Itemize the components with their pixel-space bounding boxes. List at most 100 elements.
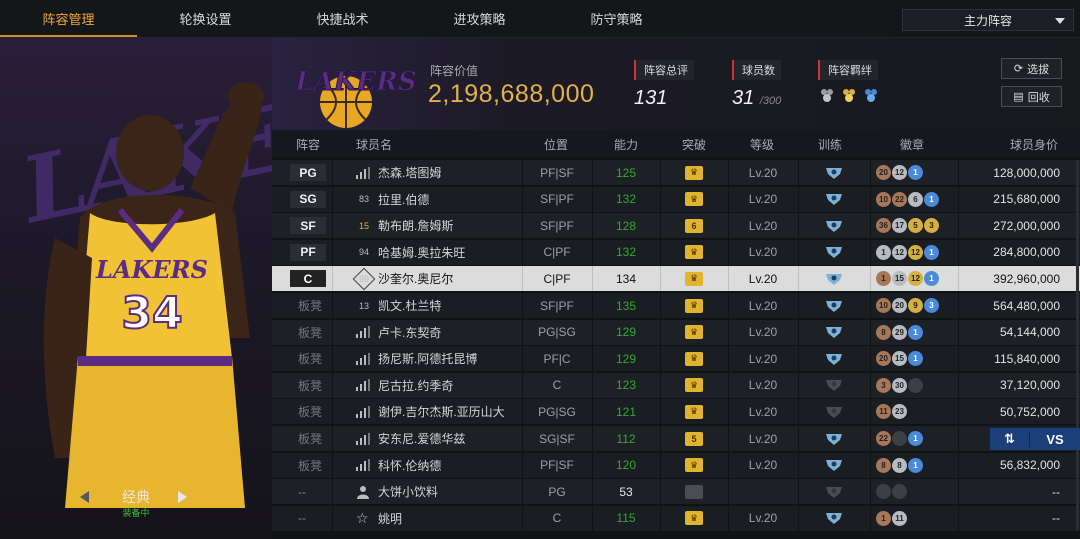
breakthrough-cell[interactable]: ♛ <box>660 160 728 185</box>
breakthrough-cell[interactable]: ♛ <box>660 453 728 478</box>
badge-list[interactable]: 11 23 <box>876 399 907 424</box>
bond-icon-gold[interactable] <box>840 86 858 104</box>
table-row[interactable]: 板凳 安东尼.爱德华兹 SG|SF 112 5 Lv.20 22 0 1 <box>272 426 1080 451</box>
badge-list[interactable]: 20 15 1 <box>876 346 923 371</box>
table-row[interactable]: -- 大饼小饮料 PG 53 0 0 -- <box>272 479 1080 505</box>
table-row[interactable]: -- ☆ 姚明 C 115 ♛ Lv.20 1 11 -- <box>272 505 1080 531</box>
col-position[interactable]: 位置 <box>544 136 568 153</box>
badge-icon: 22 <box>876 431 891 446</box>
training-icon[interactable] <box>798 240 870 265</box>
table-row[interactable]: PF 94 哈基姆.奥拉朱旺 C|PF 132 ♛ Lv.20 1 12 12 1 284,800,0… <box>272 239 1080 265</box>
rating-value: 131 <box>634 87 668 109</box>
tab-0[interactable]: 阵容管理 <box>0 0 137 37</box>
person-icon <box>356 479 370 504</box>
bond-icon-gray[interactable] <box>818 86 836 104</box>
badge-list[interactable]: 1 11 <box>876 506 907 531</box>
badge-list[interactable]: 10 20 9 3 <box>876 293 939 318</box>
table-row[interactable]: 板凳 扬尼斯.阿德托昆博 PF|C 129 ♛ Lv.20 20 15 1 115,840,000 <box>272 346 1080 372</box>
training-icon[interactable] <box>798 293 870 318</box>
breakthrough-cell[interactable]: ♛ <box>660 266 728 291</box>
training-icon[interactable] <box>798 160 870 185</box>
column-separator <box>958 399 959 425</box>
badge-list[interactable]: 10 22 6 1 <box>876 187 939 212</box>
table-row[interactable]: 板凳 科怀.伦纳德 PF|SF 120 ♛ Lv.20 8 8 1 56,832,000 <box>272 452 1080 478</box>
arrow-right-icon[interactable] <box>178 491 187 503</box>
compare-button[interactable]: ⇅ VS <box>990 428 1080 450</box>
table-row[interactable]: 板凳 尼古拉.约季奇 C 123 ♛ Lv.20 3 30 0 37,120,000 <box>272 372 1080 398</box>
arrow-left-icon[interactable] <box>80 491 89 503</box>
col-lineup[interactable]: 阵容 <box>296 136 320 153</box>
breakthrough-cell[interactable]: ♛ <box>660 373 728 398</box>
breakthrough-cell[interactable]: ♛ <box>660 293 728 318</box>
table-row[interactable]: 板凳 13 凯文.杜兰特 SF|PF 135 ♛ Lv.20 10 20 9 3 564,480,00… <box>272 293 1080 318</box>
table-row[interactable]: 板凳 谢伊.吉尔杰斯.亚历山大 PG|SG 121 ♛ Lv.20 11 23 50,752,0… <box>272 399 1080 425</box>
lineup-slot-label: PG <box>290 164 326 181</box>
column-separator <box>958 372 959 398</box>
col-level[interactable]: 等级 <box>750 136 774 153</box>
training-icon[interactable] <box>798 187 870 212</box>
badge-list[interactable]: 20 12 1 <box>876 160 923 185</box>
table-row[interactable]: PG 杰森.塔图姆 PF|SF 125 ♛ Lv.20 20 12 1 128,000,000 <box>272 160 1080 185</box>
training-icon[interactable] <box>798 399 870 424</box>
badge-icon: 9 <box>908 298 923 313</box>
badge-list[interactable]: 22 0 1 <box>876 426 923 451</box>
badge-icon: 1 <box>908 165 923 180</box>
lineup-dropdown[interactable]: 主力阵容 <box>902 9 1074 31</box>
badge-list[interactable]: 1 12 12 1 <box>876 240 939 265</box>
badge-list[interactable]: 36 17 5 3 <box>876 213 939 238</box>
breakthrough-cell[interactable]: ♛ <box>660 399 728 424</box>
player-level: Lv.20 <box>748 245 778 260</box>
table-row[interactable]: C 99 沙奎尔.奥尼尔 C|PF 134 ♛ Lv.20 1 15 12 1 392,960,000 <box>272 266 1080 292</box>
player-card: LAKERS LAKERS 34 经典 装备中 <box>0 38 272 539</box>
swap-icon[interactable]: ⇅ <box>990 431 1030 447</box>
breakthrough-cell[interactable]: ♛ <box>660 506 728 531</box>
training-icon[interactable] <box>798 453 870 478</box>
badge-icon: 1 <box>908 351 923 367</box>
training-icon[interactable] <box>798 266 870 291</box>
badge-list[interactable]: 1 15 12 1 <box>876 266 939 291</box>
tab-2[interactable]: 快捷战术 <box>274 0 411 37</box>
badge-list[interactable]: 8 29 1 <box>876 320 923 345</box>
badge-list[interactable]: 3 30 0 <box>876 373 923 398</box>
training-icon[interactable] <box>798 373 870 398</box>
recycle-button-label: 回收 <box>1027 91 1050 104</box>
training-icon[interactable] <box>798 346 870 371</box>
col-value[interactable]: 球员身价 <box>1010 136 1058 153</box>
breakthrough-cell[interactable]: ♛ <box>660 187 728 212</box>
col-name[interactable]: 球员名 <box>356 136 392 153</box>
breakthrough-cell[interactable]: 6 <box>660 213 728 238</box>
col-breakthrough[interactable]: 突破 <box>682 136 706 153</box>
col-badge[interactable]: 徽章 <box>900 136 924 153</box>
training-icon[interactable] <box>798 320 870 345</box>
player-value: 392,960,000 <box>993 271 1060 286</box>
col-training[interactable]: 训练 <box>818 136 842 153</box>
tab-3[interactable]: 进攻策略 <box>411 0 548 37</box>
badge-list[interactable]: 00 <box>876 479 907 504</box>
player-name: 拉里.伯德 <box>378 192 430 207</box>
select-button[interactable]: ⟳ 选拔 <box>1001 58 1062 79</box>
player-name: 安东尼.爱德华兹 <box>378 432 466 446</box>
scrollbar[interactable] <box>1076 160 1079 530</box>
chevron-down-icon <box>1055 18 1065 24</box>
lineup-slot: 板凳 <box>290 453 322 478</box>
table-row[interactable]: 板凳 卢卡.东契奇 PG|SG 129 ♛ Lv.20 8 29 1 54,144,000 <box>272 319 1080 345</box>
training-icon[interactable] <box>798 506 870 531</box>
table-row[interactable]: SF 15 勒布朗.詹姆斯 SF|PF 128 6 Lv.20 36 17 5 3 272,000,0… <box>272 213 1080 239</box>
tab-4[interactable]: 防守策略 <box>548 0 685 37</box>
breakthrough-cell[interactable]: ♛ <box>660 346 728 371</box>
breakthrough-cell[interactable]: 5 <box>660 426 728 451</box>
training-icon[interactable] <box>798 479 870 504</box>
tab-1[interactable]: 轮换设置 <box>137 0 274 37</box>
training-icon[interactable] <box>798 426 870 451</box>
training-icon[interactable] <box>798 213 870 238</box>
recycle-button[interactable]: ▤ 回收 <box>1001 86 1062 107</box>
breakthrough-cell[interactable]: ♛ <box>660 240 728 265</box>
col-ability[interactable]: 能力 <box>614 136 638 153</box>
lineup-slot-label: 板凳 <box>298 458 323 473</box>
breakthrough-cell[interactable]: ♛ <box>660 320 728 345</box>
badge-list[interactable]: 881 <box>876 453 923 478</box>
breakthrough-cell[interactable] <box>660 479 728 504</box>
table-row[interactable]: SG 83 拉里.伯德 SF|PF 132 ♛ Lv.20 10 22 6 1 215,680,000 <box>272 186 1080 212</box>
bond-icon-blue[interactable] <box>862 86 880 104</box>
column-separator <box>870 293 871 318</box>
